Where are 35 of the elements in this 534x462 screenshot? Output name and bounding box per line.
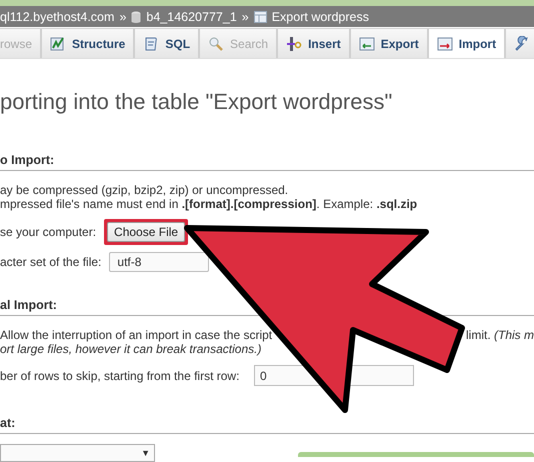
charset-dropdown[interactable]: utf-8 (109, 252, 210, 272)
field-label: acter set of the file: (0, 255, 102, 269)
search-icon (208, 36, 224, 52)
choose-file-button[interactable]: Choose File (107, 222, 186, 242)
tab[interactable] (505, 28, 534, 58)
import-icon (436, 36, 453, 52)
note-text: mpressed file's name must end in .[format].[compression]. Example: .sql.zip (0, 197, 418, 211)
breadcrumb-separator: » (119, 10, 126, 24)
tab[interactable]: Export (350, 28, 428, 58)
option-text: Allow the interruption of an import in case the script (0, 328, 272, 342)
page-heading: porting into the table "Export wordpress" (0, 89, 394, 115)
chart-icon (50, 36, 66, 52)
tab[interactable]: SQL (134, 28, 200, 58)
insert-icon (286, 36, 302, 52)
breadcrumb-link[interactable]: b4_14620777_1 (146, 10, 237, 24)
section-title: at: (0, 416, 16, 430)
section-title: o Import: (0, 153, 56, 167)
format-dropdown[interactable]: ▼ (0, 444, 155, 462)
wrench-icon (514, 36, 530, 52)
option-text: limit. (This m (466, 328, 534, 342)
breadcrumb-link[interactable]: ql112.byethost4.com (0, 10, 114, 24)
option-text: ort large files, however it can break transactions.) (0, 342, 262, 356)
breadcrumb-separator: » (242, 10, 249, 24)
field-label: ber of rows to skip, starting from the first row: (0, 368, 240, 382)
note-text: ay be compressed (gzip, bzip2, zip) or uncompressed. (0, 183, 290, 197)
tab[interactable]: Insert (277, 28, 350, 58)
export-icon (358, 36, 375, 52)
tab[interactable]: Import (428, 28, 506, 58)
tab[interactable]: Structure (41, 28, 134, 58)
breadcrumb-link[interactable]: Export wordpress (272, 10, 369, 24)
database-icon (131, 10, 142, 22)
field-label: se your computer: (0, 225, 96, 239)
table-icon (254, 10, 267, 22)
section-title: al Import: (0, 298, 58, 312)
document-icon (143, 36, 160, 52)
